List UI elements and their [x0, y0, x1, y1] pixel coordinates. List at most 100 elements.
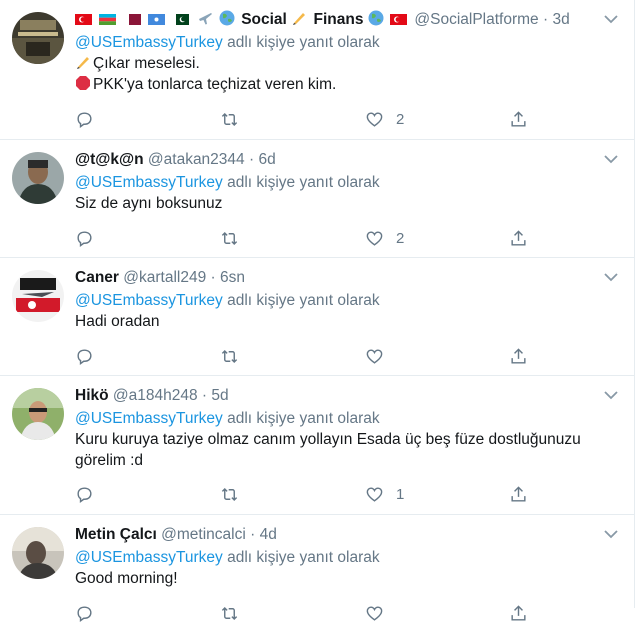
like-button[interactable]: 2 — [365, 226, 404, 250]
writing-hand-icon — [75, 54, 91, 70]
timestamp[interactable]: 6d — [258, 151, 275, 168]
share-button[interactable] — [509, 226, 528, 250]
like-count: 1 — [396, 485, 405, 503]
tweet-actions — [75, 344, 535, 368]
retweet-button[interactable] — [220, 482, 239, 506]
avatar[interactable] — [12, 270, 64, 322]
retweet-button[interactable] — [220, 226, 239, 250]
reply-context: @USEmbassyTurkey adlı kişiye yanıt olara… — [75, 290, 594, 311]
chevron-down-icon[interactable] — [604, 14, 618, 24]
mention-link[interactable]: @USEmbassyTurkey — [75, 174, 223, 191]
retweet-icon — [221, 112, 238, 126]
share-button[interactable] — [509, 601, 528, 625]
stop-sign-icon — [75, 75, 91, 91]
chevron-down-icon[interactable] — [604, 390, 618, 400]
like-button[interactable]: 1 — [365, 482, 404, 506]
handle[interactable]: @SocialPlatforme — [414, 11, 538, 28]
like-count: 2 — [396, 229, 405, 247]
separator-dot: · — [542, 11, 549, 28]
reply-prefix: adlı kişiye yanıt olarak — [227, 292, 380, 309]
handle[interactable]: @atakan2344 — [148, 151, 245, 168]
avatar[interactable] — [12, 388, 64, 440]
share-button[interactable] — [509, 107, 528, 131]
tweet-line: görelim :d — [75, 452, 144, 469]
retweet-icon — [221, 231, 238, 245]
display-name[interactable]: @t@k@n — [75, 151, 144, 168]
separator-dot: · — [250, 526, 256, 543]
tweet-actions — [75, 601, 535, 625]
display-name[interactable]: Social — [241, 11, 287, 28]
azerbaijan-flag-icon — [99, 10, 117, 25]
mention-link[interactable]: @USEmbassyTurkey — [75, 292, 223, 309]
tweet[interactable]: @t@k@n @atakan2344 · 6d @USEmbassyTurkey… — [0, 140, 634, 258]
tweet-line: PKK'ya tonlarca teçhizat veren kim. — [75, 74, 594, 95]
avatar[interactable] — [12, 12, 64, 64]
reply-button[interactable] — [75, 107, 94, 131]
avatar[interactable] — [12, 152, 64, 204]
turkey-flag-icon — [75, 10, 92, 25]
reply-button[interactable] — [75, 226, 94, 250]
reply-button[interactable] — [75, 601, 94, 625]
tweet-line: Siz de aynı boksunuz — [75, 195, 223, 212]
tweet-line-text: Çıkar meselesi. — [93, 55, 200, 72]
chevron-down-icon[interactable] — [604, 154, 618, 164]
retweet-button[interactable] — [220, 107, 239, 131]
tweet[interactable]: Social Finans @SocialPlatforme · 3d @USE… — [0, 0, 634, 140]
avatar[interactable] — [12, 527, 64, 579]
share-button[interactable] — [509, 344, 528, 368]
tweet-line: Hadi oradan — [75, 313, 160, 330]
share-button[interactable] — [509, 482, 528, 506]
tweet-line: Kuru kuruya taziye olmaz canım yollayın … — [75, 431, 581, 448]
writing-hand-icon — [291, 10, 307, 26]
timestamp[interactable]: 4d — [260, 526, 277, 543]
somalia-flag-icon — [147, 10, 165, 25]
display-name[interactable]: Caner — [75, 269, 119, 286]
timeline: Social Finans @SocialPlatforme · 3d @USE… — [0, 0, 635, 622]
tweet-actions: 1 — [75, 482, 535, 506]
tweet[interactable]: Metin Çalcı @metincalci · 4d @USEmbassyT… — [0, 515, 634, 622]
retweet-icon — [221, 349, 238, 363]
timestamp[interactable]: 3d — [552, 11, 569, 28]
reply-icon — [77, 348, 92, 365]
mention-link[interactable]: @USEmbassyTurkey — [75, 34, 223, 51]
chevron-down-icon[interactable] — [604, 529, 618, 539]
chevron-down-icon[interactable] — [604, 272, 618, 282]
tweet-text: Çıkar meselesi. PKK'ya tonlarca teçhizat… — [75, 53, 594, 95]
display-name-part-2[interactable]: Finans — [313, 11, 363, 28]
tweet-line-text: PKK'ya tonlarca teçhizat veren kim. — [93, 76, 337, 93]
timestamp[interactable]: 6sn — [220, 269, 245, 286]
handle[interactable]: @a184h248 — [113, 387, 198, 404]
timestamp[interactable]: 5d — [211, 387, 228, 404]
like-icon — [366, 230, 383, 246]
share-icon — [511, 347, 526, 364]
handle[interactable]: @metincalci — [161, 526, 246, 543]
mention-link[interactable]: @USEmbassyTurkey — [75, 549, 223, 566]
reply-prefix: adlı kişiye yanıt olarak — [227, 34, 380, 51]
reply-context: @USEmbassyTurkey adlı kişiye yanıt olara… — [75, 32, 594, 53]
globe-icon — [368, 10, 384, 26]
tweet-text: Siz de aynı boksunuz — [75, 193, 594, 214]
handle[interactable]: @kartall249 — [123, 269, 206, 286]
retweet-button[interactable] — [220, 344, 239, 368]
mention-link[interactable]: @USEmbassyTurkey — [75, 410, 223, 427]
share-icon — [511, 229, 526, 246]
reply-button[interactable] — [75, 344, 94, 368]
like-icon — [366, 348, 383, 364]
globe-icon — [219, 10, 235, 26]
reply-context: @USEmbassyTurkey adlı kişiye yanıt olara… — [75, 547, 594, 568]
retweet-button[interactable] — [220, 601, 239, 625]
reply-button[interactable] — [75, 482, 94, 506]
like-button[interactable]: 2 — [365, 107, 404, 131]
separator-dot: · — [210, 269, 216, 286]
reply-context: @USEmbassyTurkey adlı kişiye yanıt olara… — [75, 172, 594, 193]
tweet[interactable]: Hikö @a184h248 · 5d @USEmbassyTurkey adl… — [0, 376, 634, 515]
share-icon — [511, 485, 526, 502]
like-button[interactable] — [365, 344, 396, 368]
reply-context: @USEmbassyTurkey adlı kişiye yanıt olara… — [75, 408, 594, 429]
display-name[interactable]: Metin Çalcı — [75, 526, 157, 543]
tweet[interactable]: Caner @kartall249 · 6sn @USEmbassyTurkey… — [0, 258, 634, 376]
like-icon — [366, 605, 383, 621]
tweet-actions: 2 — [75, 107, 535, 131]
display-name[interactable]: Hikö — [75, 387, 109, 404]
like-button[interactable] — [365, 601, 396, 625]
